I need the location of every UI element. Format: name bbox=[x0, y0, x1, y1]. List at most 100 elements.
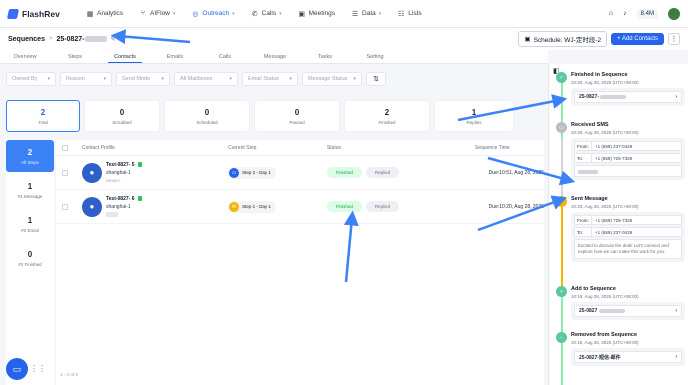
table-row[interactable]: ● Test-0827- 5 shanghai-1 RR0827 ▭ Step 2… bbox=[56, 156, 544, 190]
timeline-event-received-sms: Received SMS 10:20, Aug 28, 2025 (UTC+08… bbox=[571, 122, 685, 180]
nav-meetings[interactable]: ▣ Meetings bbox=[290, 0, 343, 28]
document-icon[interactable] bbox=[137, 162, 142, 168]
reason-filter[interactable]: Reason ▾ bbox=[60, 72, 112, 86]
user-avatar[interactable] bbox=[668, 7, 680, 20]
step-2-email[interactable]: 1 #2 Email bbox=[6, 208, 54, 240]
sequence-link[interactable]: 25-0827-短信-邮件 › bbox=[574, 351, 682, 363]
select-all-checkbox[interactable] bbox=[62, 144, 68, 151]
chevron-right-icon: › bbox=[675, 354, 677, 360]
breadcrumb-separator: > bbox=[48, 36, 53, 42]
add-contacts-label: Add Contacts bbox=[621, 36, 658, 42]
event-title: Received SMS bbox=[571, 122, 609, 128]
current-step-pill[interactable]: ✉ Step 1 - Day 1 bbox=[228, 200, 276, 213]
step-all[interactable]: 2 All Steps bbox=[6, 140, 54, 172]
bell-icon[interactable]: ♪ bbox=[623, 10, 627, 17]
add-contacts-button[interactable]: + Add Contacts bbox=[611, 33, 664, 45]
contact-name[interactable]: Test-0827- 6 bbox=[106, 196, 135, 202]
owned-by-filter[interactable]: Owned By ▾ bbox=[6, 72, 56, 86]
table-row[interactable]: ● Test-0827- 6 shanghai-1 ✉ Step 1 - Day … bbox=[56, 190, 544, 224]
filter-label: Reason bbox=[66, 76, 85, 82]
schedule-button[interactable]: ▣ Schedule: WJ-定时段-2 bbox=[518, 31, 608, 47]
timeline-event-sent-message: Sent Message 10:20, Aug 28, 2025 (UTC+08… bbox=[571, 196, 685, 262]
logo-icon bbox=[6, 8, 20, 19]
message-status-filter[interactable]: Message Status ▾ bbox=[302, 72, 362, 86]
tab-steps[interactable]: Steps bbox=[50, 50, 100, 63]
stat-paused[interactable]: 0 Paused bbox=[254, 100, 340, 132]
stat-label: Finished bbox=[378, 119, 396, 125]
timeline-event-add-to-sequence: Add to Sequence 10:19, Aug 28, 2025 (UTC… bbox=[571, 286, 685, 320]
event-time: 10:20, Aug 28, 2025 (UTC+08:00) bbox=[571, 130, 639, 135]
document-icon[interactable] bbox=[137, 196, 142, 202]
to-label: To: bbox=[574, 227, 592, 237]
nav-label: AIFlow bbox=[150, 10, 170, 17]
tab-setting[interactable]: Setting bbox=[350, 50, 400, 63]
mailboxes-filter[interactable]: All Mailboxes ▾ bbox=[174, 72, 238, 86]
filter-bar: Owned By ▾ Reason ▾ Send Mode ▾ All Mailbox… bbox=[6, 72, 386, 86]
stat-total[interactable]: 2 Total bbox=[6, 100, 80, 132]
row-checkbox[interactable] bbox=[62, 169, 68, 176]
nav-analytics[interactable]: ▦ Analytics bbox=[78, 0, 131, 28]
chevron-down-icon: ▾ bbox=[353, 76, 356, 82]
step-number: 2 bbox=[27, 147, 33, 157]
stat-number: 0 bbox=[204, 107, 210, 117]
tab-calls[interactable]: Calls bbox=[200, 50, 250, 63]
sequence-link[interactable]: 25-0827- › bbox=[574, 91, 682, 103]
col-current-step: Current Step bbox=[228, 144, 257, 151]
step-2-finished[interactable]: 0 #2 Finished bbox=[6, 242, 54, 274]
chevron-down-icon: ▾ bbox=[378, 10, 382, 17]
sequence-link[interactable]: 25-0827 › bbox=[574, 305, 682, 317]
current-step-pill[interactable]: ▭ Step 2 - Day 1 bbox=[228, 166, 276, 179]
nav-data[interactable]: ☰ Data ▾ bbox=[343, 0, 389, 28]
more-options-icon[interactable]: ⋮ bbox=[668, 33, 680, 45]
contact-avatar: ● bbox=[81, 162, 102, 183]
step-number: 1 bbox=[27, 215, 33, 225]
apps-grid-icon[interactable]: ⋮⋮ bbox=[30, 364, 46, 373]
stat-replies[interactable]: 1 Replies bbox=[434, 100, 514, 132]
app-logo[interactable]: FlashRev bbox=[6, 8, 68, 19]
edit-icon[interactable]: ✎ bbox=[111, 36, 116, 43]
contact-location: shanghai-1 bbox=[105, 204, 131, 210]
col-status: Status bbox=[326, 144, 341, 151]
contact-name[interactable]: Test-0827- 5 bbox=[106, 162, 135, 168]
stat-label: Scrubbed bbox=[112, 119, 132, 125]
tab-overview[interactable]: Overview bbox=[0, 50, 50, 63]
step-1-message[interactable]: 1 #1 Message bbox=[6, 174, 54, 206]
event-time: 10:20, Aug 28, 2025 (UTC+08:00) bbox=[571, 204, 639, 209]
chevron-down-icon: ▾ bbox=[103, 76, 106, 82]
timeline-event-finished: Finished in Sequence 10:20, Aug 28, 2025… bbox=[571, 72, 685, 106]
sequence-tabs: Overview Steps Contacts Emails Calls Mes… bbox=[0, 50, 548, 64]
stats-row: 2 Total 0 Scrubbed 0 Scheduled 0 Paused 2 Fin… bbox=[6, 100, 514, 132]
chat-support-icon[interactable]: ▭ bbox=[6, 358, 28, 380]
stat-scheduled[interactable]: 0 Scheduled bbox=[164, 100, 250, 132]
sort-icon[interactable]: ⇅ bbox=[366, 72, 386, 86]
step-label: #2 Email bbox=[21, 227, 39, 233]
replied-badge: Replied bbox=[365, 201, 400, 212]
stat-number: 1 bbox=[471, 107, 477, 117]
nav-calls[interactable]: ✆ Calls ▾ bbox=[243, 0, 290, 28]
stat-label: Replies bbox=[466, 119, 482, 125]
send-mode-filter[interactable]: Send Mode ▾ bbox=[116, 72, 170, 86]
nav-aiflow[interactable]: ⑂ AIFlow ▾ bbox=[131, 0, 183, 28]
timeline-line bbox=[561, 198, 563, 292]
email-status-filter[interactable]: Email Status ▾ bbox=[242, 72, 298, 86]
chevron-right-icon: › bbox=[675, 94, 677, 100]
tab-message[interactable]: Message bbox=[250, 50, 300, 63]
from-number: +1 (659) 237-0429 bbox=[592, 141, 682, 151]
from-label: From: bbox=[574, 215, 592, 225]
nav-outreach[interactable]: ◎ Outreach ▾ bbox=[183, 0, 242, 28]
credits-badge[interactable]: 8.4M bbox=[636, 8, 658, 19]
tab-tasks[interactable]: Tasks bbox=[300, 50, 350, 63]
breadcrumb-root[interactable]: Sequences bbox=[8, 36, 45, 43]
gift-icon[interactable]: ⌂ bbox=[609, 10, 613, 17]
event-title: Add to Sequence bbox=[571, 286, 616, 292]
row-checkbox[interactable] bbox=[62, 203, 68, 210]
stat-finished[interactable]: 2 Finished bbox=[344, 100, 430, 132]
activity-panel: ◧ ✓ Finished in Sequence 10:20, Aug 28, … bbox=[548, 64, 688, 385]
list-icon: ☷ bbox=[398, 10, 405, 18]
tab-contacts[interactable]: Contacts bbox=[100, 50, 150, 63]
tab-emails[interactable]: Emails bbox=[150, 50, 200, 63]
stat-scrubbed[interactable]: 0 Scrubbed bbox=[84, 100, 160, 132]
nav-lists[interactable]: ☷ Lists bbox=[389, 0, 429, 28]
step-label: #1 Message bbox=[17, 193, 43, 199]
finished-icon: ✓ bbox=[556, 72, 567, 83]
